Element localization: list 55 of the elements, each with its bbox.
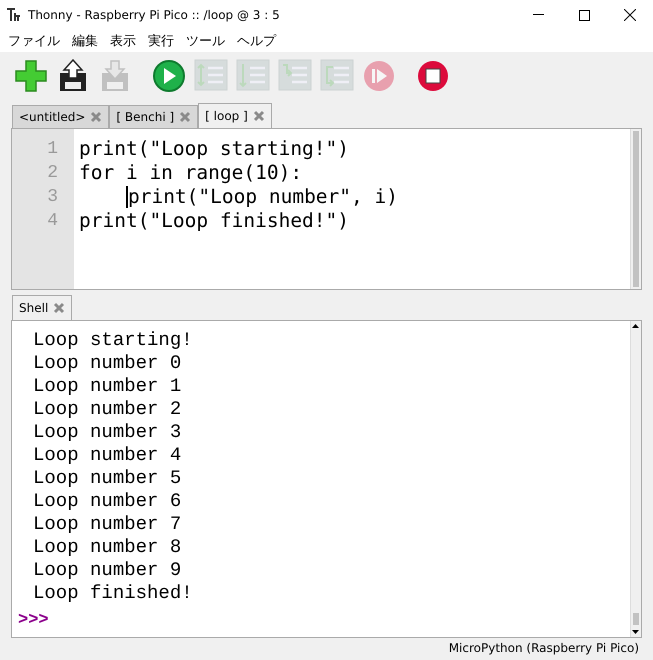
shell-output-line: Loop finished! [33,582,194,605]
editor-tab[interactable]: <untitled> [12,105,110,128]
shell-output-line: Loop number 4 [33,444,182,467]
interpreter-label[interactable]: MicroPython (Raspberry Pi Pico) [448,641,639,655]
close-icon [624,9,636,21]
window-title: Thonny - Raspberry Pi Pico :: /loop @ 3 : 5 [28,8,280,22]
line-number: 4 [46,210,59,233]
app-icon [6,7,22,23]
code-line: print("Loop starting!") [79,137,350,161]
shell-output-line: Loop number 6 [33,490,182,513]
plus-icon [14,59,48,93]
stop-icon [416,59,450,93]
shell-output-line: Loop number 7 [33,513,182,536]
maximize-icon [578,10,590,20]
shell-output-line: Loop number 9 [33,559,182,582]
pause-play-icon [362,59,396,93]
shell-output-line: Loop number 3 [33,421,182,444]
scrollbar-thumb[interactable] [633,131,639,287]
code-line: print("Loop finished!") [79,209,350,233]
tab-label: Shell [19,301,48,315]
shell-output-line: Loop number 2 [33,398,182,421]
close-icon[interactable] [90,111,102,123]
line-number: 2 [46,162,59,185]
tab-label: [ Benchi ] [116,110,174,124]
shell-prompt: >>> [17,610,50,632]
menu-item[interactable]: ツール [180,32,231,50]
scrollbar[interactable] [630,321,641,637]
menu-item[interactable]: 表示 [104,32,142,50]
shell-output-line: Loop starting! [33,329,194,352]
scrollbar[interactable] [630,129,641,289]
line-number: 1 [46,138,59,161]
close-icon[interactable] [179,111,192,123]
minimize-icon [532,14,544,16]
menu-item[interactable]: ファイル [2,32,66,50]
play-icon [152,59,186,93]
shell-output-line: Loop number 5 [33,467,182,490]
editor-tab[interactable]: [ Benchi ] [109,105,198,128]
menu-item[interactable]: 編集 [66,32,104,50]
menu-item[interactable]: ヘルプ [231,32,282,50]
shell-output-line: Loop number 1 [33,375,182,398]
tab-label: [ loop ] [205,109,248,123]
close-icon[interactable] [53,302,66,314]
close-icon[interactable] [252,110,265,122]
shell-output-line: Loop number 8 [33,536,182,559]
line-number: 3 [46,186,59,209]
shell-output-line: Loop number 0 [33,352,182,375]
code-editor[interactable]: 1 2 3 4 print("Loop starting!") for i in range(10): print("Loop number", i) print("Loop finished!") [11,128,642,290]
menu-item[interactable]: 実行 [142,32,180,50]
shell-tab[interactable]: Shell [12,295,72,320]
tab-label: <untitled> [19,110,86,124]
editor-tab[interactable]: [ loop ] [198,103,272,128]
shell-panel[interactable]: Loop starting! Loop number 0 Loop number 1 Loop number 2 Loop number 3 Loop number 4 Loop number 5 Loop number 6 Loop number 7 Loop number 8 Loop number 9 Loop finished! >>> [11,320,642,638]
code-line: for i in range(10): [79,161,302,185]
code-line: print("Loop number", i) [128,185,398,209]
scrollbar-thumb[interactable] [633,613,639,625]
